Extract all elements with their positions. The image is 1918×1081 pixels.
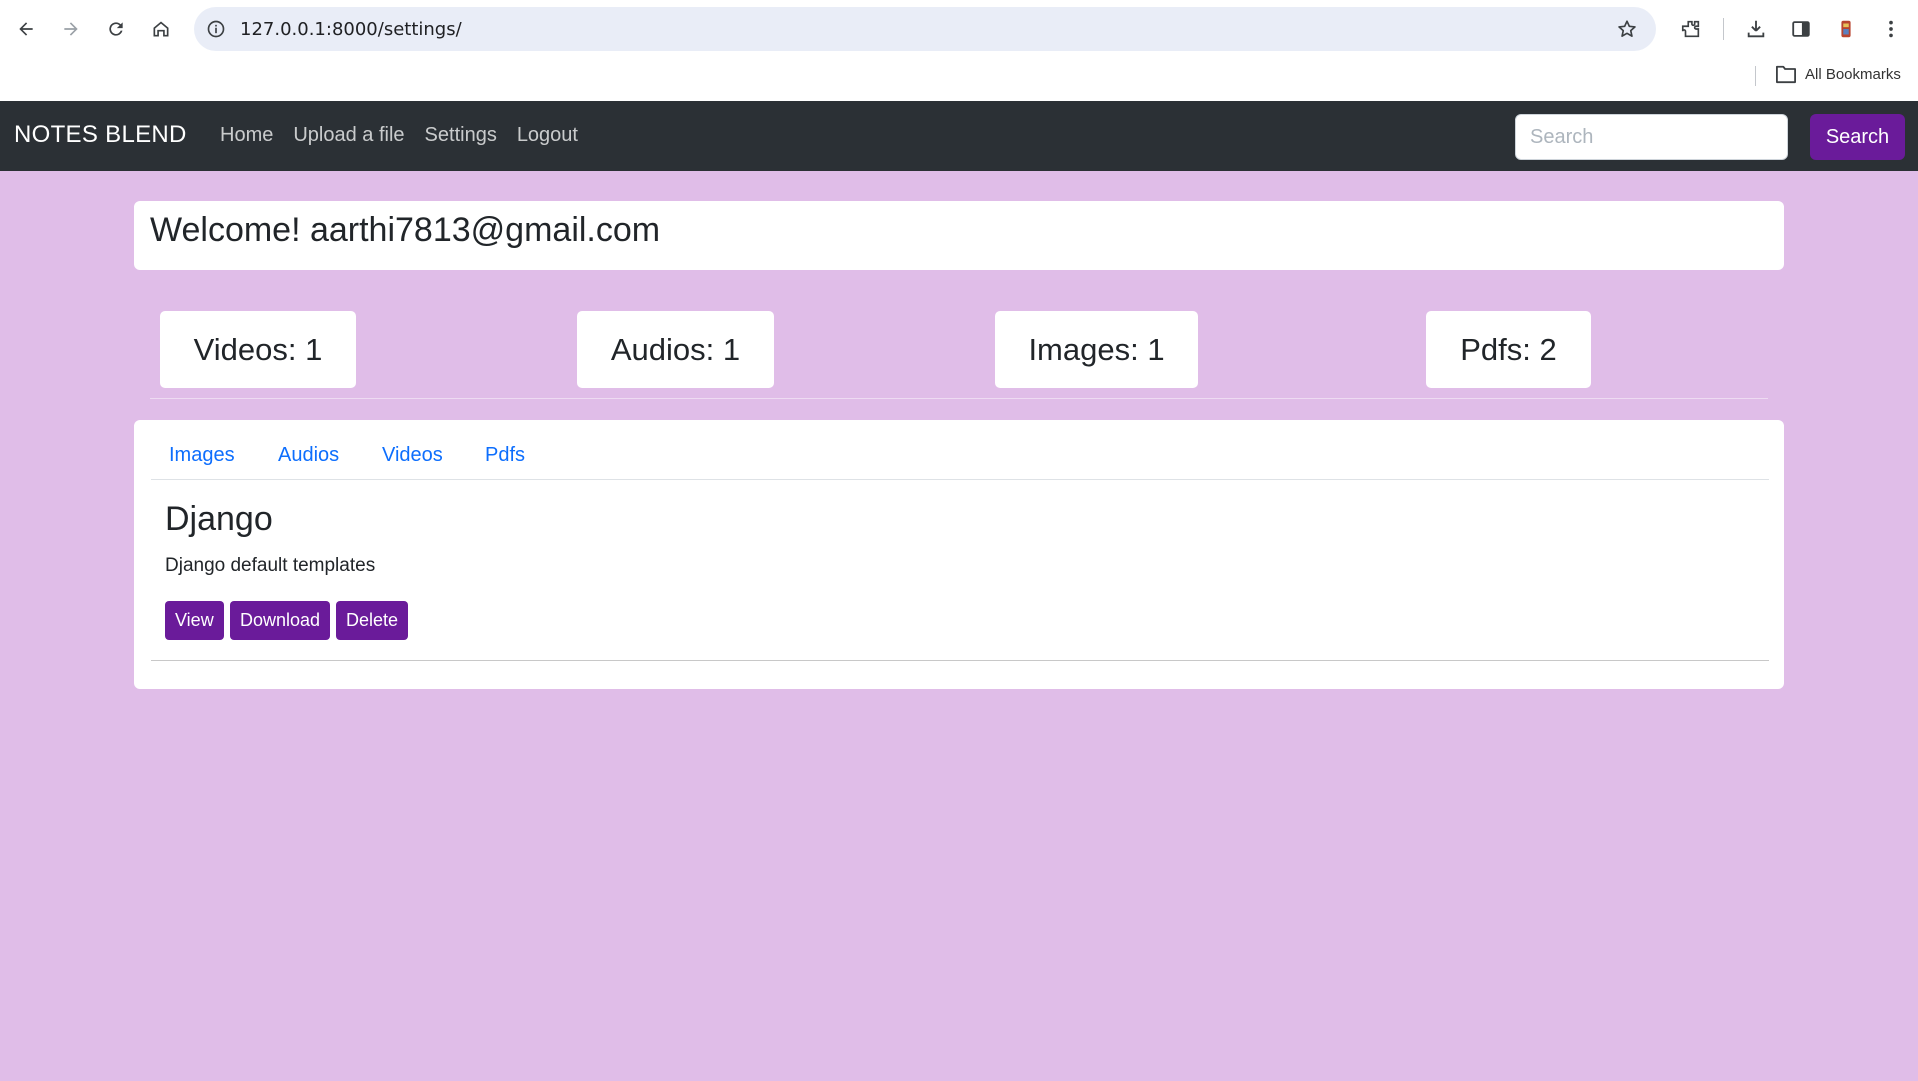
- pdfs-count-card: Pdfs: 2: [1426, 311, 1591, 388]
- delete-button[interactable]: Delete: [336, 601, 409, 640]
- download-button[interactable]: Download: [230, 601, 331, 640]
- file-description: Django default templates: [165, 555, 376, 576]
- site-info-icon[interactable]: [206, 19, 226, 39]
- home-icon[interactable]: [145, 13, 177, 45]
- toolbar-divider: [1723, 18, 1724, 40]
- more-vert-icon[interactable]: [1876, 14, 1906, 44]
- videos-count-card: Videos: 1: [160, 311, 356, 388]
- welcome-card: Welcome! aarthi7813@gmail.com: [134, 201, 1784, 270]
- images-count-card: Images: 1: [995, 311, 1198, 388]
- search-input[interactable]: [1515, 114, 1788, 160]
- forward-arrow-icon[interactable]: [55, 13, 87, 45]
- nav-link-upload[interactable]: Upload a file: [293, 124, 404, 147]
- audios-count-card: Audios: 1: [577, 311, 774, 388]
- nav-link-logout[interactable]: Logout: [517, 124, 578, 147]
- back-arrow-icon[interactable]: [10, 13, 42, 45]
- brand-logo[interactable]: NOTES BLEND: [14, 121, 187, 149]
- files-card: Images Audios Videos Pdfs Django Django …: [134, 420, 1784, 689]
- tab-images[interactable]: Images: [169, 444, 235, 467]
- profile-icon[interactable]: [1831, 14, 1861, 44]
- address-bar[interactable]: 127.0.0.1:8000/settings/: [194, 7, 1656, 51]
- extensions-icon[interactable]: [1676, 14, 1706, 44]
- all-bookmarks-button[interactable]: All Bookmarks: [1775, 64, 1901, 84]
- file-type-tabs: Images Audios Videos Pdfs: [151, 420, 1769, 480]
- bookmarks-divider: [1755, 66, 1756, 86]
- tab-videos[interactable]: Videos: [382, 444, 443, 467]
- reload-icon[interactable]: [100, 13, 132, 45]
- url-text[interactable]: 127.0.0.1:8000/settings/: [240, 19, 462, 40]
- nav-links: Home Upload a file Settings Logout: [220, 124, 578, 147]
- file-title: Django: [165, 500, 273, 538]
- app-navbar: NOTES BLEND Home Upload a file Settings …: [0, 101, 1918, 171]
- browser-chrome: 127.0.0.1:8000/settings/ All Bookmarks: [0, 0, 1918, 101]
- file-divider: [151, 660, 1769, 661]
- welcome-message: Welcome! aarthi7813@gmail.com: [150, 211, 661, 249]
- tab-pdfs[interactable]: Pdfs: [485, 444, 525, 467]
- nav-link-settings[interactable]: Settings: [425, 124, 497, 147]
- view-button[interactable]: View: [165, 601, 224, 640]
- tab-audios[interactable]: Audios: [278, 444, 339, 467]
- search-button[interactable]: Search: [1810, 114, 1905, 160]
- all-bookmarks-label: All Bookmarks: [1805, 65, 1901, 83]
- bookmarks-bar: All Bookmarks: [0, 58, 1918, 101]
- nav-link-home[interactable]: Home: [220, 124, 273, 147]
- browser-toolbar: 127.0.0.1:8000/settings/: [0, 0, 1918, 58]
- folder-icon: [1775, 65, 1796, 84]
- star-icon[interactable]: [1616, 18, 1638, 40]
- download-icon[interactable]: [1741, 14, 1771, 44]
- side-panel-icon[interactable]: [1786, 14, 1816, 44]
- section-divider: [150, 398, 1768, 399]
